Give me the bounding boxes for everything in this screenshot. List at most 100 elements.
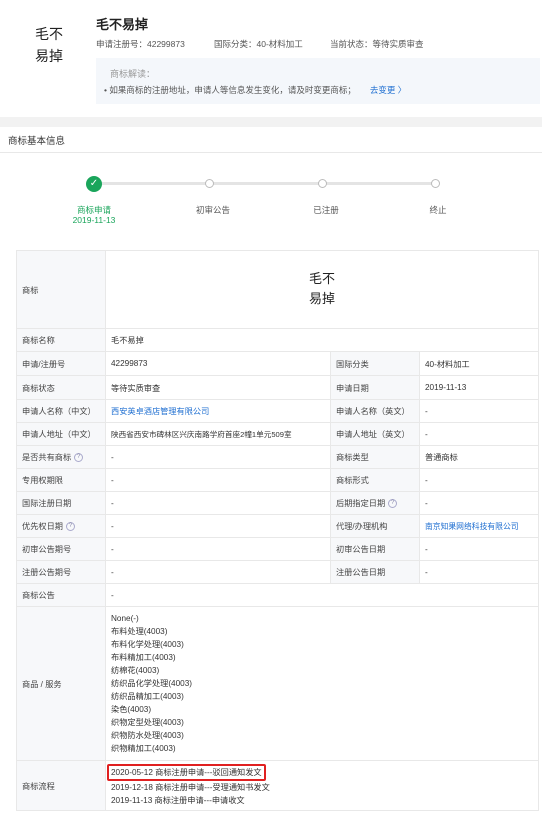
hint-box: 商标解读： • 如果商标的注册地址，申请人等信息发生变化，请及时变更商标； 去变更… xyxy=(96,58,540,104)
section-underline xyxy=(0,152,542,153)
step-date-apply: 2019-11-13 xyxy=(72,215,116,225)
table-row: 初审公告期号 - 初审公告日期 - xyxy=(16,537,540,561)
logo-line-1: 毛不 xyxy=(35,27,63,43)
row-value: 毛不易掉 xyxy=(104,328,540,352)
progress-track xyxy=(94,182,436,185)
row-key: 注册公告期号 xyxy=(16,560,106,584)
table-row: 国际注册日期 - 后期指定日期? - xyxy=(16,491,540,515)
row-key: 申请/注册号 xyxy=(16,351,106,376)
row-value: - xyxy=(105,468,331,492)
row-key: 是否共有商标? xyxy=(16,445,106,469)
flow-item-highlighted: 2020-05-12 商标注册申请---驳回通知发文 xyxy=(107,764,266,781)
goods-item: 纺棉花(4003) xyxy=(111,666,160,675)
table-row: 商品 / 服务 None(-) 布料处理(4003) 布料化学处理(4003) … xyxy=(16,606,540,761)
reg-number: 申请注册号：42299873 xyxy=(96,39,185,49)
row-key: 申请人名称（中文） xyxy=(16,399,106,423)
trademark-image: 毛不 易掉 xyxy=(104,250,540,329)
row-key: 商标流程 xyxy=(16,760,106,811)
applicant-name-link[interactable]: 西安英卓酒店管理有限公司 xyxy=(105,399,331,423)
tm-image-line-2: 易掉 xyxy=(309,291,336,307)
flow-item: 2019-12-18 商标注册申请---受理通知书发文 xyxy=(111,783,270,792)
logo-line-2: 易掉 xyxy=(35,49,63,65)
row-key-label: 是否共有商标 xyxy=(22,453,72,462)
row-value: 陕西省西安市碑林区兴庆南路学府首座2幢1单元509室 xyxy=(105,422,331,446)
row-value: - xyxy=(104,583,540,607)
row-key: 初审公告日期 xyxy=(330,537,420,561)
row-key: 申请人地址（英文） xyxy=(330,422,420,446)
row-key-label: 优先权日期 xyxy=(22,522,63,531)
goods-item: 织物定型处理(4003) xyxy=(111,718,184,727)
table-row: 优先权日期? - 代理/办理机构 南京知果网络科技有限公司 xyxy=(16,514,540,538)
row-key: 初审公告期号 xyxy=(16,537,106,561)
flow-item: 2019-11-13 商标注册申请---申请收文 xyxy=(111,796,245,805)
row-key: 商标 xyxy=(16,250,106,329)
row-value: - xyxy=(105,491,331,515)
step-dot-4 xyxy=(431,179,440,188)
row-key: 专用权期限 xyxy=(16,468,106,492)
row-value: - xyxy=(418,537,540,561)
row-key: 商标形式 xyxy=(330,468,420,492)
goods-item: 织物防水处理(4003) xyxy=(111,731,184,740)
table-row: 专用权期限 - 商标形式 - xyxy=(16,468,540,492)
goods-item: 纺织品精加工(4003) xyxy=(111,692,184,701)
check-icon: ✓ xyxy=(86,176,102,192)
row-value: 普通商标 xyxy=(418,445,540,469)
goods-item: None(-) xyxy=(111,614,139,623)
row-key-label: 后期指定日期 xyxy=(336,499,386,508)
row-value: 2019-11-13 xyxy=(418,375,540,400)
step-dot-3 xyxy=(318,179,327,188)
flow-list: 2020-05-12 商标注册申请---驳回通知发文 2019-12-18 商标… xyxy=(104,760,540,811)
row-key: 国际注册日期 xyxy=(16,491,106,515)
agent-link-text[interactable]: 南京知果网络科技有限公司 xyxy=(425,522,519,531)
row-key: 国际分类 xyxy=(330,351,420,376)
section-title: 商标基本信息 xyxy=(8,136,66,147)
agent-link[interactable]: 南京知果网络科技有限公司 xyxy=(418,514,540,538)
row-value: - xyxy=(418,399,540,423)
goods-list: None(-) 布料处理(4003) 布料化学处理(4003) 布料精加工(40… xyxy=(104,606,540,761)
change-link[interactable]: 去变更 〉 xyxy=(370,85,406,95)
trademark-logo: 毛不 易掉 xyxy=(24,24,74,68)
row-key: 商标公告 xyxy=(16,583,106,607)
hint-text: • 如果商标的注册地址，申请人等信息发生变化，请及时变更商标； 去变更 〉 xyxy=(104,84,406,96)
intl-class: 国际分类：40-材料加工 xyxy=(214,39,303,49)
row-value: - xyxy=(105,514,331,538)
row-value: - xyxy=(418,560,540,584)
row-key: 商标类型 xyxy=(330,445,420,469)
step-dot-2 xyxy=(205,179,214,188)
goods-item: 布料处理(4003) xyxy=(111,627,168,636)
table-row: 商标流程 2020-05-12 商标注册申请---驳回通知发文 2019-12-… xyxy=(16,760,540,811)
table-row: 注册公告期号 - 注册公告日期 - xyxy=(16,560,540,584)
table-row: 商标公告 - xyxy=(16,583,540,607)
step-label-terminated: 终止 xyxy=(429,205,447,215)
table-row: 商标 毛不易掉 xyxy=(16,250,540,329)
row-value: 42299873 xyxy=(105,351,331,376)
goods-item: 染色(4003) xyxy=(111,705,152,714)
trademark-info-table: 商标 毛不 易掉 商标名称 毛不易掉 申请/注册号 42299873 国际分类 4… xyxy=(16,250,540,811)
row-value: - xyxy=(105,560,331,584)
goods-item: 纺织品化学处理(4003) xyxy=(111,679,192,688)
goods-item: 织物精加工(4003) xyxy=(111,744,176,753)
row-value: - xyxy=(418,422,540,446)
step-label-registered: 已注册 xyxy=(313,205,339,215)
goods-item: 布料精加工(4003) xyxy=(111,653,176,662)
row-key: 商品 / 服务 xyxy=(16,606,106,761)
question-icon[interactable]: ? xyxy=(388,499,398,509)
row-value: - xyxy=(105,445,331,469)
table-row: 申请人名称（中文） 西安英卓酒店管理有限公司 申请人名称（英文） - xyxy=(16,399,540,423)
goods-item: 布料化学处理(4003) xyxy=(111,640,184,649)
row-key: 代理/办理机构 xyxy=(330,514,420,538)
row-key: 后期指定日期? xyxy=(330,491,420,515)
section-divider xyxy=(0,117,542,127)
table-row: 申请人地址（中文） 陕西省西安市碑林区兴庆南路学府首座2幢1单元509室 申请人… xyxy=(16,422,540,446)
trademark-title: 毛不易掉 xyxy=(96,17,149,32)
question-icon[interactable]: ? xyxy=(74,453,84,463)
table-row: 是否共有商标? - 商标类型 普通商标 xyxy=(16,445,540,469)
applicant-link-text[interactable]: 西安英卓酒店管理有限公司 xyxy=(111,407,209,416)
row-key: 申请人名称（英文） xyxy=(330,399,420,423)
hint-title: 商标解读： xyxy=(110,69,156,79)
question-icon[interactable]: ? xyxy=(65,522,75,532)
row-key: 优先权日期? xyxy=(16,514,106,538)
row-value: - xyxy=(105,537,331,561)
tm-image-line-1: 毛不 xyxy=(309,271,336,287)
current-status: 当前状态：等待实质审查 xyxy=(330,39,424,49)
